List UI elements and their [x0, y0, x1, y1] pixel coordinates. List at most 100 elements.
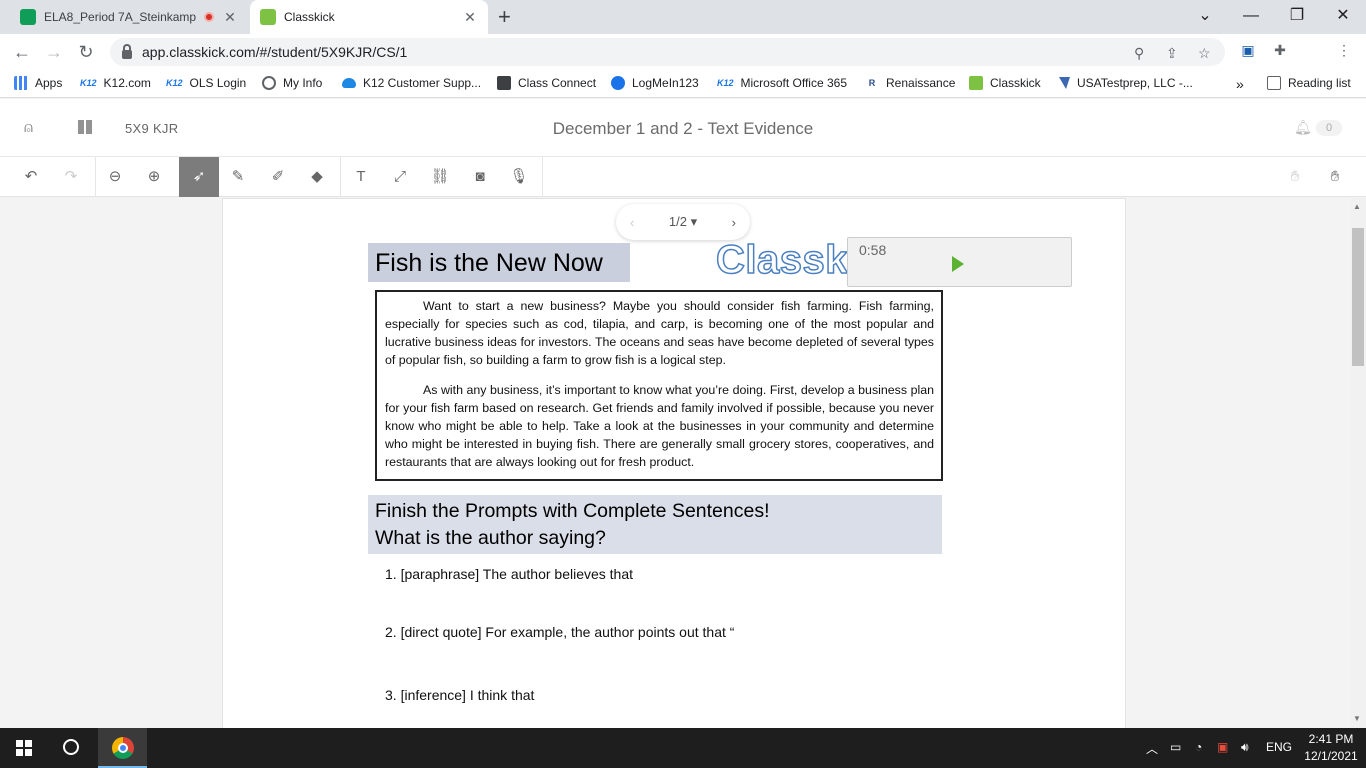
zoom-in-icon[interactable]: ⊕ [135, 157, 173, 197]
passage-paragraph: As with any business, it’s important to … [385, 383, 934, 469]
microphone-icon[interactable]: 🎙︎ [500, 157, 538, 197]
close-tab-icon[interactable]: ✕ [220, 9, 240, 26]
bookmark-usatestprep[interactable]: USATestprep, LLC -... [1059, 76, 1193, 90]
search-icon[interactable] [63, 739, 79, 755]
lock-icon [122, 43, 132, 59]
bookmark-label: Microsoft Office 365 [740, 76, 848, 90]
notification-count[interactable]: 0 [1316, 120, 1342, 136]
language-indicator[interactable]: ENG [1266, 740, 1292, 754]
tray-overflow-icon[interactable]: ︿ [1146, 740, 1158, 757]
google-classroom-icon [20, 9, 36, 25]
bookmark-ols-login[interactable]: K12 OLS Login [166, 76, 246, 90]
reading-list-icon [1267, 76, 1281, 90]
vertical-scrollbar[interactable]: ▲ ▼ [1350, 198, 1366, 728]
minimize-button[interactable]: — [1228, 0, 1274, 34]
bookmark-office-365[interactable]: K12 Microsoft Office 365 [717, 76, 847, 90]
page-select[interactable]: 1/2 ▾ [669, 214, 697, 230]
taskbar-chrome[interactable] [98, 728, 147, 768]
bookmarks-overflow-button[interactable]: » [1236, 76, 1244, 92]
battery-icon[interactable]: ▭ [1170, 740, 1181, 754]
windows-taskbar: ︿ ▭ ◔ ▣ 🔊︎ ENG 2:41 PM 12/1/2021 [0, 728, 1366, 768]
bookmark-label: OLS Login [189, 76, 247, 90]
bookmark-class-connect[interactable]: Class Connect [497, 76, 596, 90]
tab-search-icon[interactable]: ⌄ [1182, 0, 1228, 34]
bookmark-classkick[interactable]: Classkick [969, 76, 1041, 90]
security-alert-icon[interactable]: ▣ [1217, 740, 1228, 754]
browser-tab-strip: ELA8_Period 7A_Steinkamp - ✕ Classkick ✕… [0, 0, 1366, 34]
hand-icon[interactable]: ✋︎ [1316, 157, 1354, 197]
prompt-heading: Finish the Prompts with Complete Sentenc… [368, 495, 942, 554]
bookmark-label: Renaissance [886, 76, 956, 90]
scroll-down-icon[interactable]: ▼ [1353, 714, 1361, 723]
chevron-right-icon[interactable]: › [732, 215, 736, 230]
classkick-icon [969, 76, 983, 90]
play-icon[interactable] [952, 256, 964, 272]
reading-list-label: Reading list [1288, 76, 1351, 90]
address-bar[interactable]: app.classkick.com/#/student/5X9KJR/CS/1 … [110, 38, 1225, 66]
eraser-icon[interactable]: ◆ [298, 157, 336, 197]
kebab-menu-icon[interactable]: ⋮ [1334, 42, 1354, 62]
bookmark-label: My Info [283, 76, 323, 90]
chrome-icon [112, 737, 134, 759]
bookmark-apps[interactable]: Apps [14, 76, 62, 90]
select-pointer-icon[interactable]: ➶ [179, 157, 219, 197]
zoom-icon[interactable]: ⚲ [1134, 45, 1144, 62]
k12-icon: K12 [717, 78, 734, 88]
new-tab-button[interactable]: + [498, 4, 511, 30]
audio-player[interactable]: 0:58 [847, 237, 1072, 287]
pen-icon[interactable]: ✎ [219, 157, 257, 197]
bell-icon[interactable]: 🔔︎ [1294, 119, 1312, 136]
scroll-up-icon[interactable]: ▲ [1353, 202, 1361, 211]
redo-icon[interactable]: ↷ [52, 157, 90, 197]
bookmarks-bar: Apps K12 K12.com K12 OLS Login My Info K12… [0, 70, 1366, 98]
url-text: app.classkick.com/#/student/5X9KJR/CS/1 [142, 44, 408, 60]
close-window-button[interactable]: ✕ [1320, 0, 1366, 34]
system-clock[interactable]: 2:41 PM 12/1/2021 [1300, 731, 1362, 765]
bookmark-my-info[interactable]: My Info [262, 76, 322, 90]
video-camera-icon [497, 76, 511, 90]
reading-list-button[interactable]: Reading list [1267, 76, 1351, 90]
bookmark-label: LogMeIn123 [632, 76, 699, 90]
share-icon[interactable]: ⇪ [1166, 45, 1178, 62]
bookmark-logmein123[interactable]: LogMeIn123 [611, 76, 699, 90]
undo-icon[interactable]: ↶ [12, 157, 50, 197]
bookmark-k12[interactable]: K12 K12.com [80, 76, 151, 90]
highlighter-icon[interactable]: ✐ [259, 157, 297, 197]
globe-icon [262, 76, 276, 90]
line-tool-icon[interactable]: ⤢ [381, 157, 419, 197]
camera-icon[interactable]: ◙ [461, 157, 499, 197]
scrollbar-thumb[interactable] [1352, 228, 1364, 366]
audio-time: 0:58 [859, 242, 887, 258]
toolbar-divider [340, 157, 341, 197]
bookmark-renaissance[interactable]: R Renaissance [865, 76, 956, 90]
prompt-item: 3. [inference] I think that [385, 687, 535, 703]
zoom-out-icon[interactable]: ⊖ [96, 157, 134, 197]
tab-classkick[interactable]: Classkick ✕ [250, 0, 488, 34]
screencast-extension-icon[interactable]: ▣ [1238, 42, 1258, 62]
k12-icon: K12 [166, 78, 183, 88]
windows-start-icon[interactable] [16, 740, 32, 756]
link-icon[interactable]: ⛓ [421, 157, 459, 197]
extensions-puzzle-icon[interactable]: ✚ [1270, 42, 1290, 62]
tab-ela8[interactable]: ELA8_Period 7A_Steinkamp - ✕ [8, 0, 248, 34]
forward-icon[interactable]: → [42, 40, 66, 64]
network-icon[interactable]: ◔ [1195, 740, 1202, 754]
clock-date: 12/1/2021 [1304, 749, 1358, 763]
bookmark-star-icon[interactable]: ☆ [1198, 45, 1211, 62]
bookmark-k12-customer-support[interactable]: K12 Customer Supp... [342, 76, 481, 90]
drawing-toolbar: ↶ ↷ ⊖ ⊕ ➶ ✎ ✐ ◆ T ⤢ ⛓ ◙ 🎙︎ ✋︎ ✋︎ [0, 157, 1366, 197]
chevron-left-icon[interactable]: ‹ [630, 215, 634, 230]
reload-icon[interactable]: ↻ [74, 40, 98, 64]
classkick-logo: Classkick [716, 238, 848, 283]
restore-button[interactable]: ❐ [1274, 0, 1320, 34]
bookmark-label: Classkick [990, 76, 1041, 90]
bookmark-label: K12 Customer Supp... [363, 76, 482, 90]
close-tab-icon[interactable]: ✕ [460, 9, 480, 26]
volume-icon[interactable]: 🔊︎ [1241, 740, 1249, 755]
back-icon[interactable]: ← [10, 40, 34, 64]
workspace: ‹ 1/2 ▾ › Fish is the New Now Classkick … [0, 198, 1350, 728]
text-tool-icon[interactable]: T [342, 157, 380, 197]
passage-paragraph: Want to start a new business? Maybe you … [385, 299, 934, 367]
raise-hand-disabled-icon[interactable]: ✋︎ [1276, 157, 1314, 197]
apps-grid-icon [14, 76, 28, 90]
